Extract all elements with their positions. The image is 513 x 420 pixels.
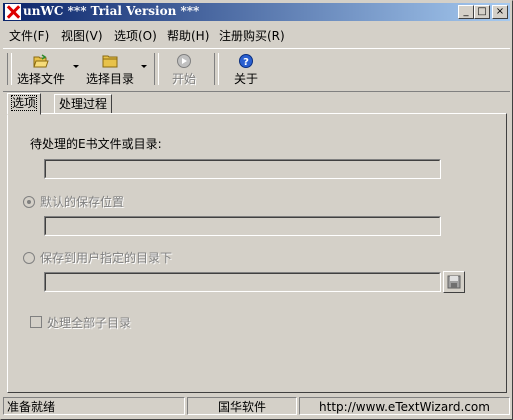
select-file-label: 选择文件 — [16, 72, 65, 86]
app-icon[interactable] — [5, 4, 21, 20]
maximize-button[interactable]: □ — [474, 5, 490, 19]
folder-icon — [102, 55, 118, 68]
toolbar-separator — [214, 53, 219, 85]
default-location-label: 默认的保存位置 — [40, 195, 125, 209]
tab-options-label: 选项 — [10, 95, 38, 111]
menu-file[interactable]: 文件(F) — [9, 27, 49, 44]
default-location-radio[interactable] — [23, 196, 35, 208]
title-bar[interactable]: unWC *** Trial Version *** _ □ × — [3, 3, 510, 21]
help-icon: ? — [239, 54, 253, 68]
tab-options[interactable]: 选项 — [7, 93, 42, 115]
custom-location-radio[interactable] — [23, 252, 35, 264]
subdirs-label: 处理全部子目录 — [47, 316, 132, 330]
tab-strip: 选项 处理过程 — [7, 93, 507, 115]
start-button[interactable]: 开始 — [163, 52, 205, 88]
open-folder-icon — [33, 54, 49, 68]
select-file-dropdown-icon[interactable] — [73, 65, 79, 68]
toolbar-grip — [7, 53, 12, 85]
menu-view[interactable]: 视图(V) — [61, 27, 103, 44]
default-path-field[interactable] — [44, 216, 441, 236]
source-label: 待处理的E书文件或目录: — [30, 137, 162, 151]
custom-location-label: 保存到用户指定的目录下 — [40, 251, 173, 265]
toolbar: 选择文件 选择目录 开始 ? 关于 — [3, 48, 510, 92]
custom-path-field[interactable] — [44, 272, 441, 292]
minimize-button[interactable]: _ — [458, 5, 474, 19]
browse-button[interactable] — [443, 271, 465, 293]
menu-options[interactable]: 选项(O) — [114, 27, 157, 44]
options-panel: 待处理的E书文件或目录: 默认的保存位置 保存到用户指定的目录下 处理全部子目录 — [7, 113, 507, 393]
tab-process[interactable]: 处理过程 — [54, 94, 113, 114]
tab-process-label: 处理过程 — [59, 97, 108, 111]
subdirs-checkbox[interactable] — [30, 316, 42, 328]
menu-help[interactable]: 帮助(H) — [167, 27, 209, 44]
select-dir-dropdown-icon[interactable] — [141, 65, 147, 68]
select-dir-label: 选择目录 — [85, 72, 134, 86]
status-ready: 准备就绪 — [3, 397, 185, 415]
status-company: 国华软件 — [187, 397, 297, 415]
select-file-button[interactable]: 选择文件 — [13, 52, 69, 88]
about-label: 关于 — [233, 72, 258, 86]
select-dir-button[interactable]: 选择目录 — [81, 52, 139, 88]
play-icon — [177, 54, 191, 68]
main-window: unWC *** Trial Version *** _ □ × 文件(F) 视… — [0, 0, 513, 420]
source-path-field[interactable] — [44, 159, 441, 179]
save-disk-icon — [447, 275, 461, 289]
status-url: http://www.eTextWizard.com — [299, 397, 510, 415]
start-label: 开始 — [171, 72, 196, 86]
toolbar-separator — [154, 53, 159, 85]
svg-text:?: ? — [243, 57, 249, 68]
status-bar: 准备就绪 国华软件 http://www.eTextWizard.com — [3, 397, 510, 417]
menu-bar: 文件(F) 视图(V) 选项(O) 帮助(H) 注册购买(R) — [3, 25, 510, 45]
window-title: unWC *** Trial Version *** — [23, 4, 200, 18]
close-button[interactable]: × — [492, 5, 508, 19]
about-button[interactable]: ? 关于 — [225, 52, 267, 88]
menu-register[interactable]: 注册购买(R) — [219, 27, 285, 44]
